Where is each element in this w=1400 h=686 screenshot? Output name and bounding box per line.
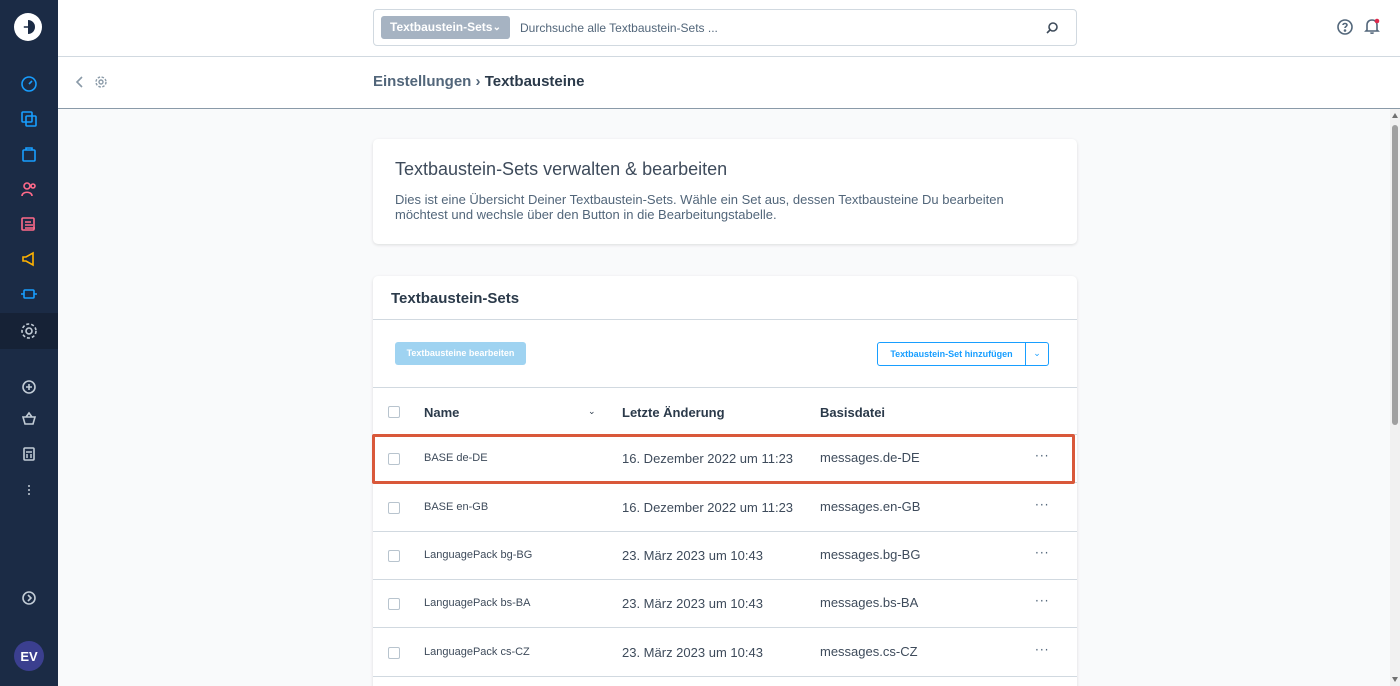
sort-chevron-icon[interactable]: ⌄ bbox=[588, 407, 596, 417]
shopware-logo[interactable] bbox=[14, 13, 42, 41]
table-row[interactable]: BASE en-GB 16. Dezember 2022 um 11:23 me… bbox=[373, 484, 1077, 532]
row-name[interactable]: BASE de-DE bbox=[424, 452, 488, 464]
row-base-file: messages.bg-BG bbox=[820, 547, 921, 562]
row-context-menu-icon[interactable]: ··· bbox=[1035, 643, 1049, 657]
intro-description: Dies ist eine Übersicht Deiner Textbaust… bbox=[395, 192, 1004, 222]
settings-icon[interactable] bbox=[18, 320, 40, 342]
collapse-menu-icon[interactable] bbox=[18, 587, 40, 609]
add-sales-channel-icon[interactable] bbox=[18, 376, 40, 398]
row-base-file: messages.de-DE bbox=[820, 450, 920, 465]
row-context-menu-icon[interactable]: ··· bbox=[1035, 594, 1049, 608]
table-header: Name ⌄ Letzte Änderung Basisdatei bbox=[373, 387, 1077, 435]
row-base-file: messages.bs-BA bbox=[820, 595, 919, 610]
intro-title: Textbaustein-Sets verwalten & bearbeiten bbox=[395, 159, 728, 179]
column-header-name[interactable]: Name bbox=[424, 405, 459, 420]
more-vertical-icon[interactable] bbox=[18, 479, 40, 501]
extensions-icon[interactable] bbox=[18, 283, 40, 305]
dashboard-icon[interactable] bbox=[18, 73, 40, 95]
table-row[interactable]: LanguagePack cs-CZ 23. März 2023 um 10:4… bbox=[373, 629, 1077, 677]
row-checkbox[interactable] bbox=[388, 453, 400, 465]
column-header-last-change[interactable]: Letzte Änderung bbox=[622, 405, 725, 420]
row-checkbox[interactable] bbox=[388, 550, 400, 562]
row-base-file: messages.en-GB bbox=[820, 499, 921, 514]
row-date: 23. März 2023 um 10:43 bbox=[622, 548, 763, 563]
row-checkbox[interactable] bbox=[388, 647, 400, 659]
row-base-file: messages.cs-CZ bbox=[820, 644, 918, 659]
row-context-menu-icon[interactable]: ··· bbox=[1035, 546, 1049, 560]
card-divider bbox=[373, 319, 1077, 320]
row-date: 16. Dezember 2022 um 11:23 bbox=[622, 500, 794, 515]
row-name[interactable]: LanguagePack bs-BA bbox=[424, 597, 530, 609]
search-icon[interactable] bbox=[1044, 20, 1060, 36]
user-avatar[interactable]: EV bbox=[14, 641, 44, 671]
scroll-up-arrow-icon[interactable] bbox=[1392, 113, 1398, 118]
marketing-icon[interactable] bbox=[18, 248, 40, 270]
page-scrollbar[interactable] bbox=[1390, 109, 1400, 686]
scrollbar-thumb[interactable] bbox=[1392, 125, 1398, 425]
top-bar: Textbaustein-Sets ⌄ bbox=[58, 0, 1400, 57]
help-icon[interactable] bbox=[1335, 17, 1355, 37]
breadcrumb-parent[interactable]: Einstellungen bbox=[373, 73, 471, 90]
row-checkbox[interactable] bbox=[388, 502, 400, 514]
pos-register-icon[interactable] bbox=[18, 443, 40, 465]
snippet-sets-title: Textbaustein-Sets bbox=[391, 290, 520, 307]
breadcrumb: Einstellungen › Textbausteine bbox=[373, 73, 584, 90]
add-snippet-set-dropdown[interactable]: ⌄ bbox=[1025, 342, 1049, 366]
breadcrumb-current: Textbausteine bbox=[484, 73, 585, 90]
row-checkbox[interactable] bbox=[388, 598, 400, 610]
snippet-sets-card: Textbaustein-Sets Textbausteine bearbeit… bbox=[373, 276, 1077, 686]
edit-snippets-button[interactable]: Textbausteine bearbeiten bbox=[395, 342, 526, 365]
select-all-checkbox[interactable] bbox=[388, 406, 400, 418]
storefront-basket-icon[interactable] bbox=[18, 408, 40, 430]
table-row[interactable]: LanguagePack bg-BG 23. März 2023 um 10:4… bbox=[373, 532, 1077, 580]
table-row[interactable]: LanguagePack bs-BA 23. März 2023 um 10:4… bbox=[373, 580, 1077, 628]
gear-icon[interactable] bbox=[93, 74, 109, 90]
orders-icon[interactable] bbox=[18, 143, 40, 165]
search-type-label: Textbaustein-Sets bbox=[390, 20, 493, 34]
content-icon[interactable] bbox=[18, 213, 40, 235]
chevron-down-icon: ⌄ bbox=[1033, 349, 1041, 359]
row-context-menu-icon[interactable]: ··· bbox=[1035, 449, 1049, 463]
search-type-dropdown[interactable]: Textbaustein-Sets ⌄ bbox=[381, 16, 510, 39]
global-search: Textbaustein-Sets ⌄ bbox=[373, 9, 1077, 46]
smart-bar: Einstellungen › Textbausteine bbox=[58, 57, 1400, 109]
scroll-down-arrow-icon[interactable] bbox=[1392, 677, 1398, 682]
row-context-menu-icon[interactable]: ··· bbox=[1035, 498, 1049, 512]
sidebar: EV bbox=[0, 0, 58, 686]
row-date: 23. März 2023 um 10:43 bbox=[622, 645, 763, 660]
chevron-down-icon: ⌄ bbox=[492, 22, 501, 33]
table-row[interactable]: BASE de-DE 16. Dezember 2022 um 11:23 me… bbox=[373, 435, 1077, 483]
row-date: 23. März 2023 um 10:43 bbox=[622, 596, 763, 611]
back-arrow-icon[interactable] bbox=[72, 74, 88, 90]
bell-icon[interactable] bbox=[1362, 16, 1382, 36]
breadcrumb-separator: › bbox=[475, 73, 481, 90]
search-input[interactable] bbox=[520, 18, 1040, 38]
catalogue-icon[interactable] bbox=[18, 108, 40, 130]
column-header-base-file[interactable]: Basisdatei bbox=[820, 405, 885, 420]
row-name[interactable]: LanguagePack bg-BG bbox=[424, 549, 532, 561]
customers-icon[interactable] bbox=[18, 178, 40, 200]
row-date: 16. Dezember 2022 um 11:23 bbox=[622, 451, 794, 466]
intro-card: Textbaustein-Sets verwalten & bearbeiten… bbox=[373, 139, 1077, 244]
row-name[interactable]: LanguagePack cs-CZ bbox=[424, 646, 530, 658]
row-name[interactable]: BASE en-GB bbox=[424, 501, 488, 513]
add-snippet-set-button[interactable]: Textbaustein-Set hinzufügen bbox=[877, 342, 1026, 366]
